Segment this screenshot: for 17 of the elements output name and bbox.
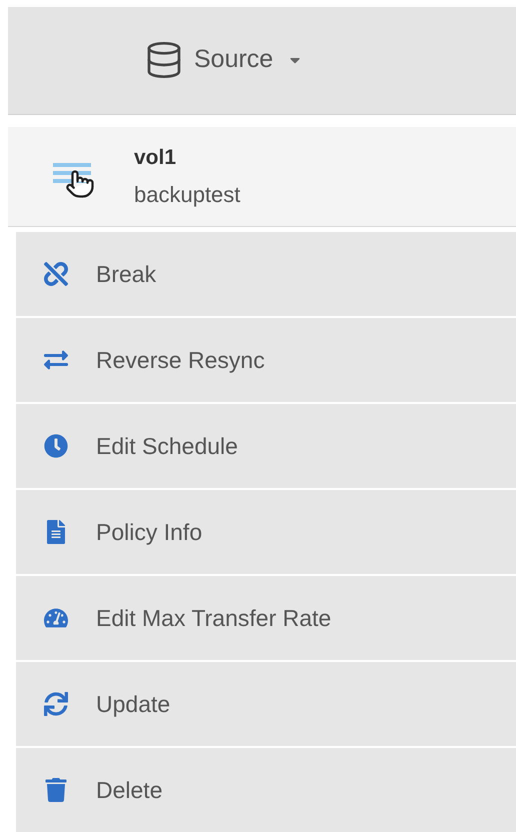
menu-item[interactable]: Delete	[16, 748, 516, 832]
trash-icon	[44, 778, 68, 802]
menu-item[interactable]: Reverse Resync	[16, 318, 516, 402]
menu-item[interactable]: Break	[16, 232, 516, 316]
source-dropdown[interactable]: Source	[144, 40, 304, 80]
menu-item[interactable]: Update	[16, 662, 516, 746]
volume-subtitle: backuptest	[134, 180, 240, 209]
broken-link-icon	[44, 262, 68, 286]
volume-name: vol1	[134, 145, 178, 172]
menu-item[interactable]: Edit Schedule	[16, 404, 516, 488]
clock-icon	[44, 434, 68, 458]
menu-item[interactable]: Policy Info	[16, 490, 516, 574]
refresh-icon	[44, 692, 68, 716]
document-icon	[44, 520, 68, 544]
gauge-icon	[44, 606, 68, 630]
menu-item[interactable]: Edit Max Transfer Rate	[16, 576, 516, 660]
swap-arrows-icon	[44, 348, 68, 372]
